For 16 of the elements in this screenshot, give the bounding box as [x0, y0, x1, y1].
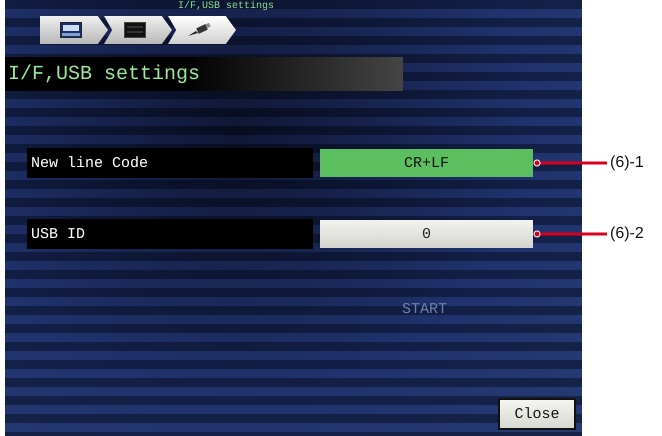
setting-label: USB ID — [27, 219, 313, 249]
breadcrumb-step[interactable] — [104, 16, 172, 44]
setting-value-button[interactable]: CR+LF — [320, 149, 533, 177]
screen-title: I/F,USB settings — [8, 62, 200, 86]
callout-label: (6)-1 — [610, 154, 644, 172]
breadcrumb-label: I/F,USB settings — [178, 1, 274, 12]
recorder-icon — [60, 22, 82, 38]
breadcrumb-step[interactable] — [40, 16, 108, 44]
setting-label: New line Code — [27, 148, 313, 178]
breadcrumb-step[interactable] — [168, 16, 236, 44]
usb-plug-icon — [187, 23, 211, 37]
callout-label: (6)-2 — [610, 225, 644, 243]
display-icon — [124, 22, 146, 38]
close-button[interactable]: Close — [498, 398, 576, 430]
setting-value-button[interactable]: 0 — [320, 220, 533, 248]
background-text: START — [402, 301, 448, 318]
